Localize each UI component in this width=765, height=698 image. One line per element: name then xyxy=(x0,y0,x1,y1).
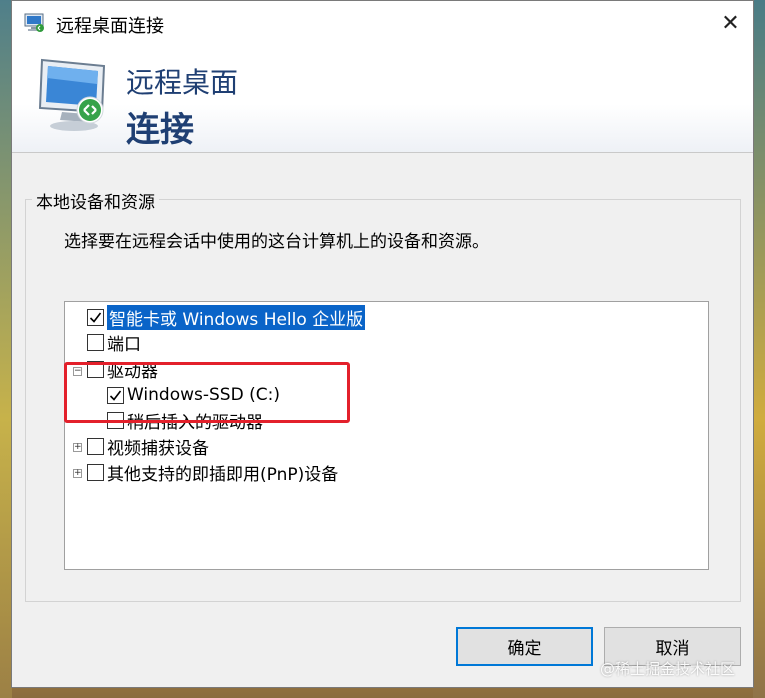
tree-item-windows-ssd[interactable]: Windows-SSD (C:) xyxy=(107,383,280,407)
tree-item-label: 稍后插入的驱动器 xyxy=(127,412,263,433)
collapse-expander-icon[interactable]: − xyxy=(73,367,82,376)
tree-item-label: Windows-SSD (C:) xyxy=(127,385,280,405)
close-icon: ✕ xyxy=(721,11,740,36)
expand-expander-icon[interactable]: + xyxy=(73,443,82,452)
tree-item-video-capture[interactable]: 视频捕获设备 xyxy=(87,434,209,459)
checkbox-unchecked[interactable] xyxy=(87,463,104,481)
device-tree[interactable]: 智能卡或 Windows Hello 企业版 端口 − 驱动器 Windows-… xyxy=(64,301,709,570)
tree-item-smartcard[interactable]: 智能卡或 Windows Hello 企业版 xyxy=(87,304,366,330)
checkbox-checked[interactable] xyxy=(107,386,124,404)
watermark-text: @稀土掘金技术社区 xyxy=(600,660,736,678)
tree-item-drives[interactable]: 驱动器 xyxy=(87,357,158,382)
group-description: 选择要在远程会话中使用的这台计算机上的设备和资源。 xyxy=(64,232,489,252)
remote-desktop-icon xyxy=(24,13,46,33)
tree-item-label: 视频捕获设备 xyxy=(107,438,209,459)
title-bar: 远程桌面连接 ✕ xyxy=(12,1,753,46)
header-banner: 远程桌面 连接 xyxy=(12,46,753,153)
tree-item-pnp-devices[interactable]: 其他支持的即插即用(PnP)设备 xyxy=(87,460,339,485)
checkbox-unchecked[interactable] xyxy=(87,437,104,455)
checkbox-checked[interactable] xyxy=(87,308,104,326)
ok-button[interactable]: 确定 xyxy=(456,627,593,666)
computer-monitor-icon xyxy=(36,56,118,134)
tree-item-label: 端口 xyxy=(107,334,141,355)
close-button[interactable]: ✕ xyxy=(708,1,753,46)
remote-desktop-dialog: 远程桌面连接 ✕ 远程桌面 连接 本地设备和资源 选择要在远程会话中使用的这台计… xyxy=(11,0,754,688)
tree-item-label: 驱动器 xyxy=(107,361,158,382)
banner-title-line2: 连接 xyxy=(126,110,194,150)
expand-expander-icon[interactable]: + xyxy=(73,469,82,478)
tree-item-label: 其他支持的即插即用(PnP)设备 xyxy=(107,464,339,485)
desktop-background-right xyxy=(753,0,765,698)
group-label: 本地设备和资源 xyxy=(32,188,159,213)
checkbox-unchecked[interactable] xyxy=(87,333,104,351)
tree-item-label: 智能卡或 Windows Hello 企业版 xyxy=(107,304,366,330)
window-title: 远程桌面连接 xyxy=(56,16,164,37)
tree-item-ports[interactable]: 端口 xyxy=(87,330,141,355)
tree-item-later-drives[interactable]: 稍后插入的驱动器 xyxy=(107,408,263,433)
banner-title-line1: 远程桌面 xyxy=(126,66,239,99)
checkbox-unchecked[interactable] xyxy=(87,360,104,378)
checkbox-unchecked[interactable] xyxy=(107,411,124,429)
